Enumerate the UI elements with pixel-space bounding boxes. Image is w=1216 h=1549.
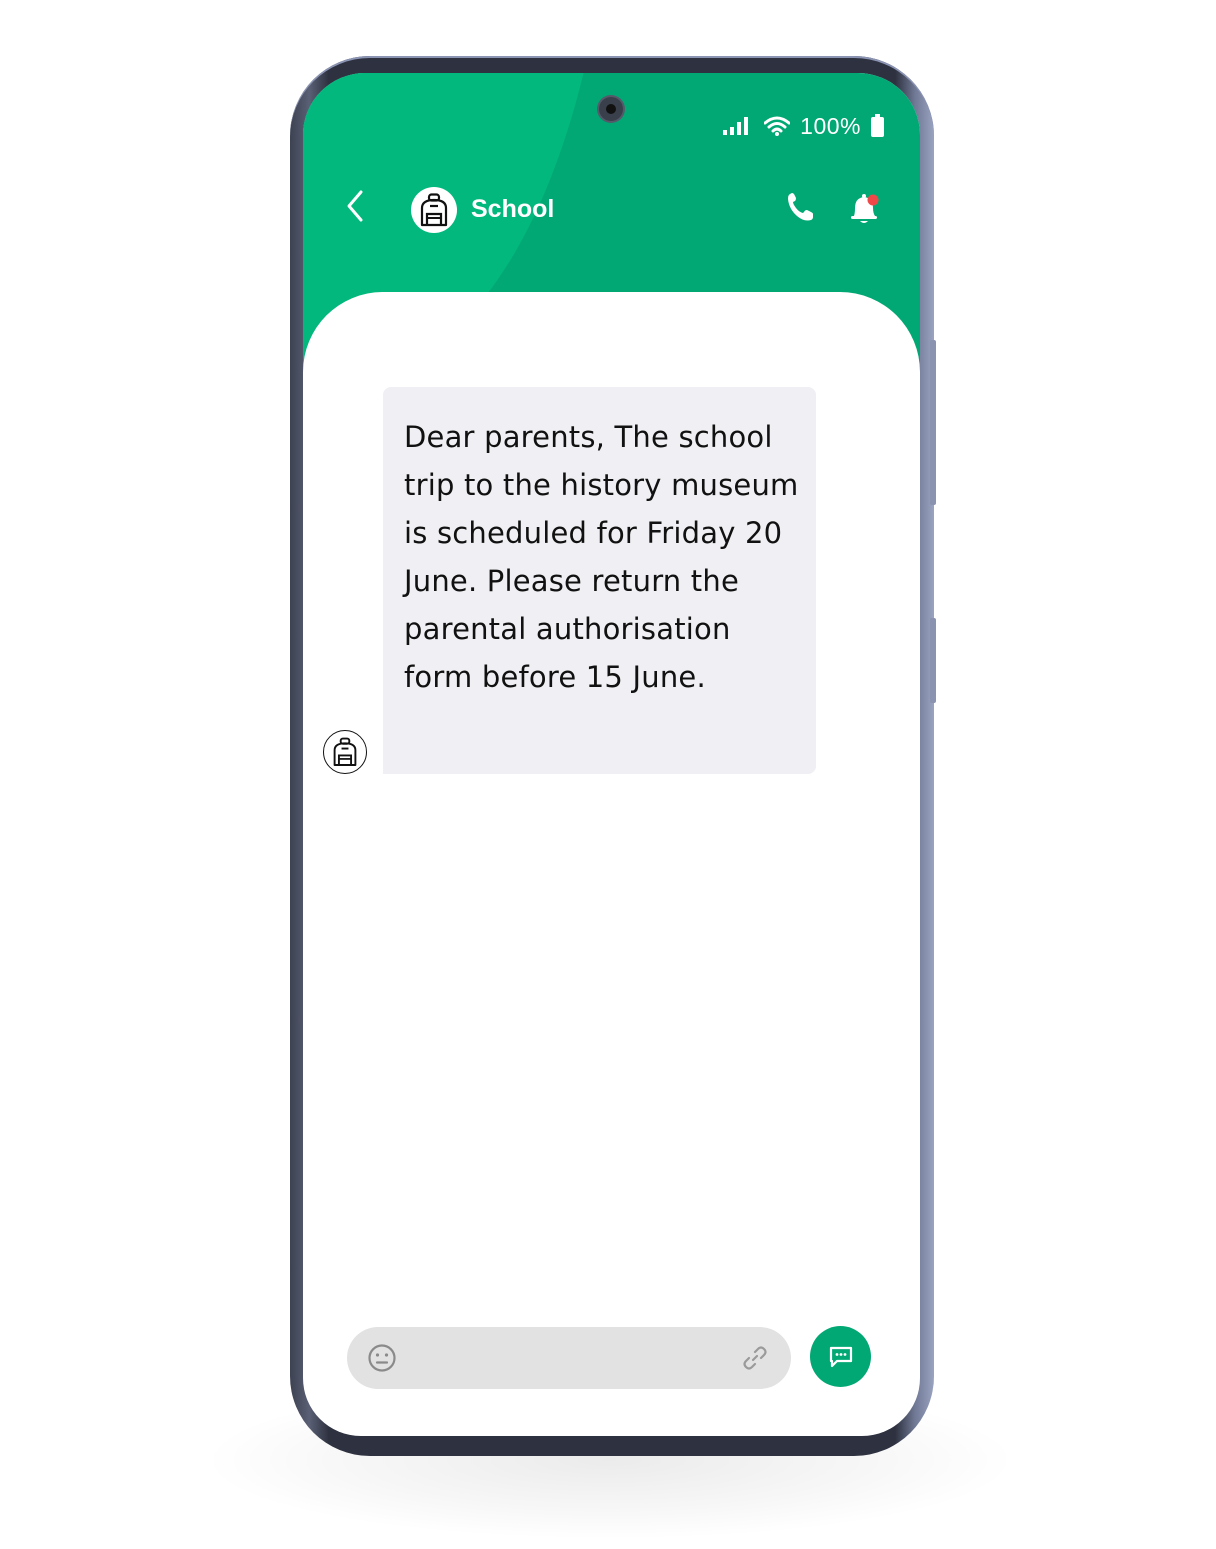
attach-link-button[interactable]	[741, 1344, 769, 1372]
chat-bubble-icon	[829, 1346, 852, 1367]
emoji-button[interactable]	[367, 1343, 397, 1373]
send-button[interactable]	[810, 1326, 871, 1387]
front-camera	[599, 97, 623, 121]
back-button[interactable]	[343, 189, 369, 223]
volume-button	[930, 340, 936, 505]
backpack-icon	[420, 193, 448, 227]
wifi-icon	[764, 116, 791, 136]
status-bar: 100%	[723, 113, 884, 139]
call-button[interactable]	[785, 191, 815, 223]
power-button	[930, 618, 936, 703]
battery-icon	[871, 114, 884, 137]
contact-avatar[interactable]	[411, 187, 457, 233]
signal-icon	[723, 117, 749, 135]
emoji-icon	[368, 1344, 396, 1372]
message-bubble[interactable]: Dear parents, The school trip to the his…	[383, 387, 816, 774]
contact-name[interactable]: School	[471, 195, 554, 224]
phone-icon	[788, 193, 813, 221]
battery-percent: 100%	[800, 112, 861, 139]
message-text: Dear parents, The school trip to the his…	[404, 420, 799, 694]
link-icon	[743, 1346, 767, 1370]
backpack-icon	[333, 737, 357, 766]
message-input[interactable]	[411, 1337, 735, 1381]
notification-badge	[867, 194, 879, 206]
notifications-button[interactable]	[847, 189, 881, 227]
chevron-left-icon	[347, 190, 363, 222]
phone-screen: 100% School Dear parents, The school tri…	[303, 73, 920, 1436]
sender-avatar[interactable]	[323, 730, 367, 774]
message-composer	[347, 1327, 791, 1389]
